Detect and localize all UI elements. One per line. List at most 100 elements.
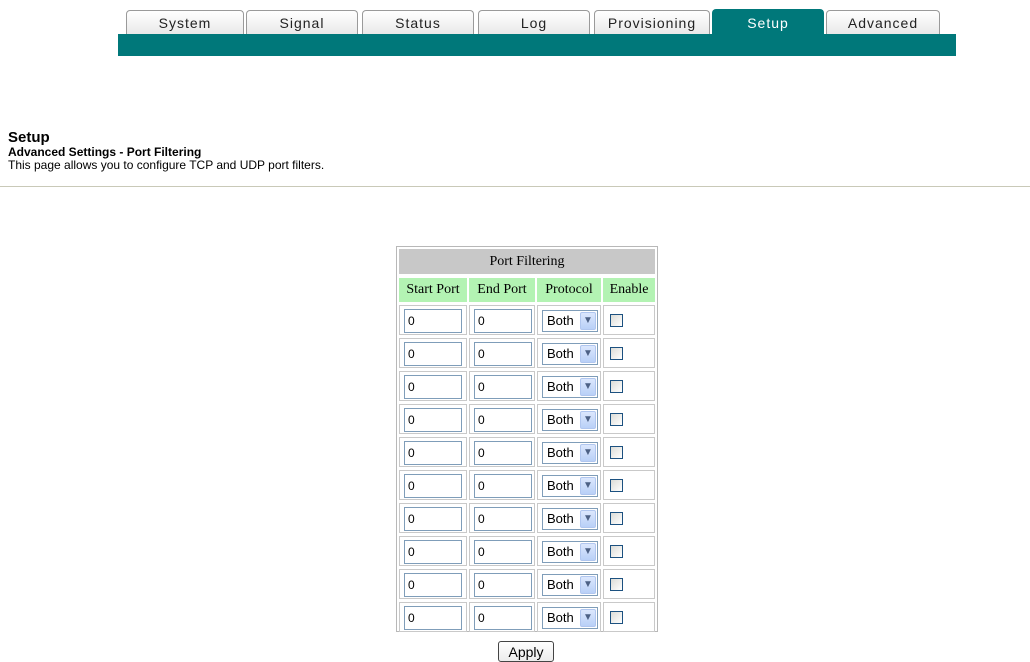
protocol-cell: Both ▼ — [537, 470, 601, 500]
chevron-down-icon[interactable]: ▼ — [580, 477, 596, 495]
protocol-cell: Both ▼ — [537, 536, 601, 566]
enable-cell — [603, 338, 655, 368]
chevron-down-icon[interactable]: ▼ — [580, 543, 596, 561]
enable-checkbox[interactable] — [610, 314, 623, 327]
start-port-cell: 0 — [399, 404, 467, 434]
protocol-select-value: Both — [547, 577, 574, 592]
end-port-input[interactable]: 0 — [474, 309, 532, 333]
enable-checkbox[interactable] — [610, 347, 623, 360]
end-port-cell: 0 — [469, 536, 535, 566]
end-port-cell: 0 — [469, 305, 535, 335]
end-port-cell: 0 — [469, 404, 535, 434]
tab-provisioning[interactable]: Provisioning — [594, 10, 710, 34]
apply-button[interactable]: Apply — [498, 641, 554, 662]
enable-cell — [603, 503, 655, 533]
protocol-select[interactable]: Both ▼ — [542, 607, 598, 629]
enable-checkbox[interactable] — [610, 545, 623, 558]
start-port-input[interactable]: 0 — [404, 342, 462, 366]
enable-checkbox[interactable] — [610, 512, 623, 525]
column-header-protocol: Protocol — [537, 278, 601, 302]
end-port-cell: 0 — [469, 371, 535, 401]
start-port-input[interactable]: 0 — [404, 540, 462, 564]
protocol-cell: Both ▼ — [537, 404, 601, 434]
table-title: Port Filtering — [399, 249, 655, 274]
protocol-select-value: Both — [547, 544, 574, 559]
start-port-cell: 0 — [399, 437, 467, 467]
end-port-cell: 0 — [469, 437, 535, 467]
enable-checkbox[interactable] — [610, 446, 623, 459]
chevron-down-icon[interactable]: ▼ — [580, 576, 596, 594]
tab-status[interactable]: Status — [362, 10, 474, 34]
start-port-cell: 0 — [399, 470, 467, 500]
protocol-select[interactable]: Both ▼ — [542, 343, 598, 365]
enable-cell — [603, 602, 655, 632]
page-description: This page allows you to configure TCP an… — [8, 158, 325, 172]
start-port-input[interactable]: 0 — [404, 441, 462, 465]
end-port-input[interactable]: 0 — [474, 441, 532, 465]
end-port-input[interactable]: 0 — [474, 573, 532, 597]
protocol-select-value: Both — [547, 445, 574, 460]
column-header-end-port: End Port — [469, 278, 535, 302]
protocol-cell: Both ▼ — [537, 569, 601, 599]
end-port-input[interactable]: 0 — [474, 507, 532, 531]
end-port-input[interactable]: 0 — [474, 540, 532, 564]
end-port-input[interactable]: 0 — [474, 375, 532, 399]
start-port-cell: 0 — [399, 503, 467, 533]
protocol-select-value: Both — [547, 412, 574, 427]
tab-signal[interactable]: Signal — [246, 10, 358, 34]
enable-checkbox[interactable] — [610, 578, 623, 591]
tab-setup[interactable]: Setup — [712, 9, 824, 35]
page-subtitle: Advanced Settings - Port Filtering — [8, 145, 202, 159]
chevron-down-icon[interactable]: ▼ — [580, 510, 596, 528]
end-port-cell: 0 — [469, 503, 535, 533]
enable-checkbox[interactable] — [610, 479, 623, 492]
protocol-select-value: Both — [547, 511, 574, 526]
enable-cell — [603, 404, 655, 434]
start-port-input[interactable]: 0 — [404, 375, 462, 399]
enable-cell — [603, 569, 655, 599]
tab-system[interactable]: System — [126, 10, 244, 34]
end-port-input[interactable]: 0 — [474, 408, 532, 432]
end-port-input[interactable]: 0 — [474, 342, 532, 366]
enable-checkbox[interactable] — [610, 413, 623, 426]
start-port-input[interactable]: 0 — [404, 507, 462, 531]
protocol-select[interactable]: Both ▼ — [542, 442, 598, 464]
chevron-down-icon[interactable]: ▼ — [580, 609, 596, 627]
end-port-cell: 0 — [469, 338, 535, 368]
chevron-down-icon[interactable]: ▼ — [580, 378, 596, 396]
chevron-down-icon[interactable]: ▼ — [580, 444, 596, 462]
end-port-cell: 0 — [469, 602, 535, 632]
protocol-select[interactable]: Both ▼ — [542, 574, 598, 596]
protocol-select-value: Both — [547, 346, 574, 361]
protocol-select-value: Both — [547, 478, 574, 493]
end-port-input[interactable]: 0 — [474, 606, 532, 630]
protocol-select[interactable]: Both ▼ — [542, 409, 598, 431]
end-port-cell: 0 — [469, 569, 535, 599]
start-port-cell: 0 — [399, 602, 467, 632]
enable-checkbox[interactable] — [610, 611, 623, 624]
protocol-cell: Both ▼ — [537, 338, 601, 368]
start-port-cell: 0 — [399, 305, 467, 335]
start-port-input[interactable]: 0 — [404, 606, 462, 630]
start-port-input[interactable]: 0 — [404, 408, 462, 432]
chevron-down-icon[interactable]: ▼ — [580, 411, 596, 429]
column-header-enable: Enable — [603, 278, 655, 302]
tab-advanced[interactable]: Advanced — [826, 10, 940, 34]
start-port-input[interactable]: 0 — [404, 573, 462, 597]
start-port-cell: 0 — [399, 371, 467, 401]
start-port-input[interactable]: 0 — [404, 474, 462, 498]
end-port-input[interactable]: 0 — [474, 474, 532, 498]
protocol-select[interactable]: Both ▼ — [542, 508, 598, 530]
start-port-input[interactable]: 0 — [404, 309, 462, 333]
port-filtering-table: Port Filtering Start Port End Port Proto… — [396, 246, 658, 632]
enable-checkbox[interactable] — [610, 380, 623, 393]
start-port-cell: 0 — [399, 338, 467, 368]
protocol-select[interactable]: Both ▼ — [542, 475, 598, 497]
protocol-select[interactable]: Both ▼ — [542, 541, 598, 563]
chevron-down-icon[interactable]: ▼ — [580, 312, 596, 330]
protocol-select[interactable]: Both ▼ — [542, 376, 598, 398]
chevron-down-icon[interactable]: ▼ — [580, 345, 596, 363]
protocol-select[interactable]: Both ▼ — [542, 310, 598, 332]
protocol-cell: Both ▼ — [537, 437, 601, 467]
tab-log[interactable]: Log — [478, 10, 590, 34]
